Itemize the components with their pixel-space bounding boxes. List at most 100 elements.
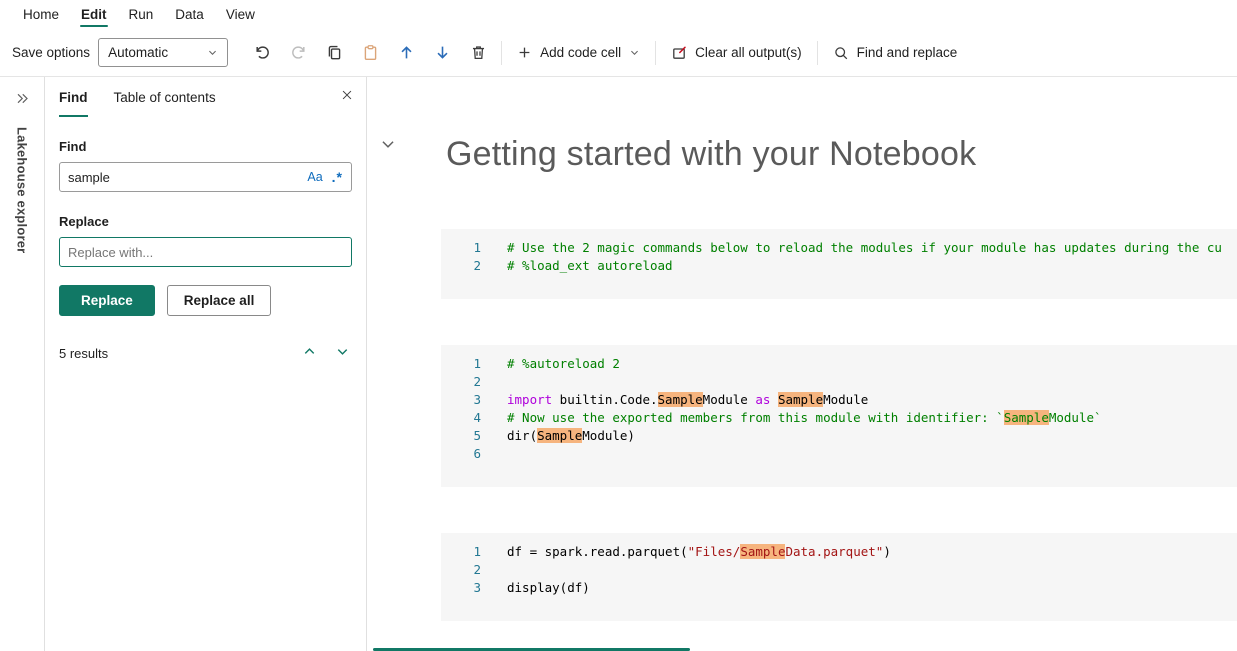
replace-button[interactable]: Replace bbox=[59, 285, 155, 316]
chevron-down-icon bbox=[379, 135, 397, 153]
line-number: 5 bbox=[441, 427, 481, 445]
search-match-highlight: Sample bbox=[1004, 410, 1049, 425]
delete-cell-button[interactable] bbox=[460, 37, 496, 69]
code-text: # Use the 2 magic commands below to relo… bbox=[507, 239, 1222, 257]
toolbar-separator bbox=[817, 41, 818, 65]
code-token: dir( bbox=[507, 428, 537, 443]
find-input[interactable] bbox=[68, 170, 298, 185]
code-token: import bbox=[507, 392, 552, 407]
search-match-highlight: Sample bbox=[537, 428, 582, 443]
content-area: Lakehouse explorer Find Table of contents… bbox=[0, 77, 1237, 651]
notebook-title[interactable]: Getting started with your Notebook bbox=[446, 131, 1237, 177]
lakehouse-explorer-label: Lakehouse explorer bbox=[15, 127, 30, 253]
tab-find[interactable]: Find bbox=[59, 77, 88, 117]
close-icon bbox=[340, 88, 354, 102]
move-cell-down-button[interactable] bbox=[424, 37, 460, 69]
copy-icon bbox=[326, 44, 343, 61]
save-options-label: Save options bbox=[12, 45, 90, 60]
menu-item-run[interactable]: Run bbox=[118, 0, 165, 29]
redo-button[interactable] bbox=[280, 37, 316, 69]
code-line: 5dir(SampleModule) bbox=[441, 427, 1237, 445]
notebook-app: HomeEditRunDataView Save options Automat… bbox=[0, 0, 1237, 651]
replace-input[interactable] bbox=[68, 245, 343, 260]
line-number: 6 bbox=[441, 445, 481, 463]
tab-table-of-contents[interactable]: Table of contents bbox=[114, 77, 216, 117]
regex-toggle[interactable]: .* bbox=[332, 169, 343, 185]
close-panel-button[interactable] bbox=[340, 88, 354, 105]
code-cells: 1 # Use the 2 magic commands below to rel… bbox=[441, 229, 1237, 621]
chevron-down-icon bbox=[335, 344, 350, 359]
results-nav bbox=[300, 342, 352, 364]
code-token: builtin.Code. bbox=[552, 392, 657, 407]
move-cell-up-button[interactable] bbox=[388, 37, 424, 69]
results-count: 5 results bbox=[59, 346, 108, 361]
code-text: # %load_ext autoreload bbox=[507, 257, 673, 275]
code-line: 1# Use the 2 magic commands below to rel… bbox=[441, 239, 1237, 257]
code-line: 3import builtin.Code.SampleModule as Sam… bbox=[441, 391, 1237, 409]
replace-label: Replace bbox=[59, 214, 352, 229]
save-mode-dropdown[interactable]: Automatic bbox=[98, 38, 228, 67]
code-token: df = spark.read.parquet( bbox=[507, 544, 688, 559]
code-text: import builtin.Code.SampleModule as Samp… bbox=[507, 391, 868, 409]
code-token: # %autoreload 2 bbox=[507, 356, 620, 371]
code-token bbox=[770, 392, 778, 407]
menu-item-edit[interactable]: Edit bbox=[70, 0, 118, 29]
add-code-cell-label: Add code cell bbox=[540, 45, 621, 60]
menu-item-data[interactable]: Data bbox=[164, 0, 215, 29]
code-text: # Now use the exported members from this… bbox=[507, 409, 1102, 427]
replace-buttons-row: Replace Replace all bbox=[59, 285, 352, 316]
line-number: 3 bbox=[441, 391, 481, 409]
next-result-button[interactable] bbox=[333, 342, 352, 364]
code-token: # Use the 2 magic commands below to relo… bbox=[507, 240, 1222, 255]
search-match-highlight: Sample bbox=[778, 392, 823, 407]
code-line: 4 # Now use the exported members from thi… bbox=[441, 409, 1237, 427]
save-mode-value: Automatic bbox=[108, 45, 168, 60]
arrow-down-icon bbox=[434, 44, 451, 61]
code-line: 2# %load_ext autoreload bbox=[441, 257, 1237, 275]
line-number: 4 bbox=[441, 409, 481, 427]
chevron-down-icon bbox=[629, 47, 640, 58]
undo-icon bbox=[254, 44, 271, 61]
notebook-canvas: Getting started with your Notebook 1 # Us… bbox=[367, 77, 1237, 651]
line-number: 3 bbox=[441, 579, 481, 597]
menu-item-home[interactable]: Home bbox=[12, 0, 70, 29]
code-token: Module` bbox=[1049, 410, 1102, 425]
paste-icon bbox=[362, 44, 379, 61]
code-line: 1# %autoreload 2 bbox=[441, 355, 1237, 373]
undo-button[interactable] bbox=[244, 37, 280, 69]
find-panel-tabs: Find Table of contents bbox=[59, 77, 216, 117]
code-token: Module bbox=[703, 392, 756, 407]
code-cell[interactable]: 1# %autoreload 223import builtin.Code.Sa… bbox=[441, 345, 1237, 487]
code-token: Module bbox=[823, 392, 868, 407]
clear-outputs-icon bbox=[671, 45, 687, 61]
code-text: df = spark.read.parquet("Files/SampleDat… bbox=[507, 543, 891, 561]
clear-all-outputs-label: Clear all output(s) bbox=[695, 45, 802, 60]
find-and-replace-label: Find and replace bbox=[857, 45, 958, 60]
expand-pane-button[interactable] bbox=[11, 87, 34, 113]
code-cell[interactable]: 1 df = spark.read.parquet("Files/SampleDa… bbox=[441, 533, 1237, 621]
previous-result-button[interactable] bbox=[300, 342, 319, 364]
toolbar-separator bbox=[501, 41, 502, 65]
code-cell[interactable]: 1# Use the 2 magic commands below to rel… bbox=[441, 229, 1237, 299]
double-chevron-right-icon bbox=[15, 91, 30, 106]
collapse-section-button[interactable] bbox=[379, 135, 397, 156]
find-and-replace-button[interactable]: Find and replace bbox=[823, 37, 968, 69]
add-code-cell-button[interactable]: Add code cell bbox=[507, 37, 650, 69]
replace-input-box bbox=[59, 237, 352, 267]
replace-all-button[interactable]: Replace all bbox=[167, 285, 272, 316]
code-text: display(df) bbox=[507, 579, 590, 597]
line-number: 1 bbox=[441, 543, 481, 561]
match-case-toggle[interactable]: Aa bbox=[307, 170, 322, 184]
code-line: 1 df = spark.read.parquet("Files/SampleDa… bbox=[441, 543, 1237, 561]
code-token: "Files/ bbox=[688, 544, 741, 559]
menu-item-view[interactable]: View bbox=[215, 0, 266, 29]
notebook-toolbar: Save options Automatic Add code bbox=[0, 29, 1237, 77]
menu-bar: HomeEditRunDataView bbox=[0, 0, 1237, 29]
line-number: 2 bbox=[441, 561, 481, 579]
clear-all-outputs-button[interactable]: Clear all output(s) bbox=[661, 37, 812, 69]
redo-icon bbox=[290, 44, 307, 61]
plus-icon bbox=[517, 45, 532, 60]
paste-button[interactable] bbox=[352, 37, 388, 69]
trash-icon bbox=[470, 44, 487, 61]
copy-button[interactable] bbox=[316, 37, 352, 69]
